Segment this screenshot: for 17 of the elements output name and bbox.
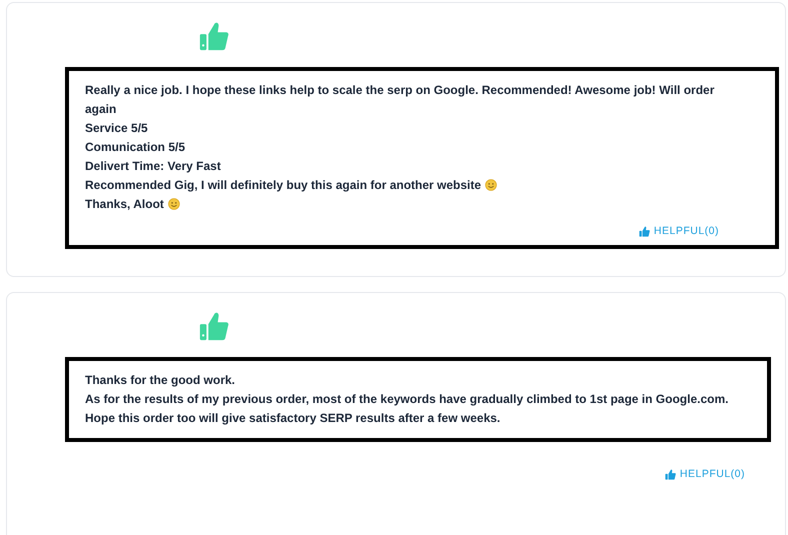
review-text: As for the results of my previous order, most of the keywords have gradually climbed to 1st page in Google.com. bbox=[85, 391, 730, 408]
thumbs-up-icon bbox=[199, 311, 229, 341]
review-text: Thanks, Aloot bbox=[85, 195, 741, 214]
review-text: Delivert Time: Very Fast bbox=[85, 158, 222, 175]
thumbs-up-icon bbox=[664, 468, 676, 480]
review-text: Service 5/5 bbox=[85, 120, 149, 137]
thumbs-up-icon bbox=[199, 21, 229, 51]
review-text: Hope this order too will give satisfactory SERP results after a few weeks. bbox=[85, 410, 502, 427]
review-text: Recommended Gig, I will definitely buy this again for another website bbox=[85, 176, 741, 195]
review-text: Really a nice job. I hope these links help to scale the serp on Google. Recommended! Awesome job! Will order again bbox=[85, 82, 716, 118]
helpful-button[interactable]: HELPFUL(0) bbox=[664, 468, 745, 480]
thumbs-up-icon bbox=[638, 226, 650, 236]
review-text: Thanks for the good work. bbox=[85, 372, 236, 389]
smiley-icon bbox=[485, 179, 498, 191]
helpful-button[interactable]: HELPFUL(0) bbox=[638, 225, 719, 237]
smiley-icon bbox=[168, 198, 180, 210]
review-text: Comunication 5/5 bbox=[85, 139, 186, 156]
